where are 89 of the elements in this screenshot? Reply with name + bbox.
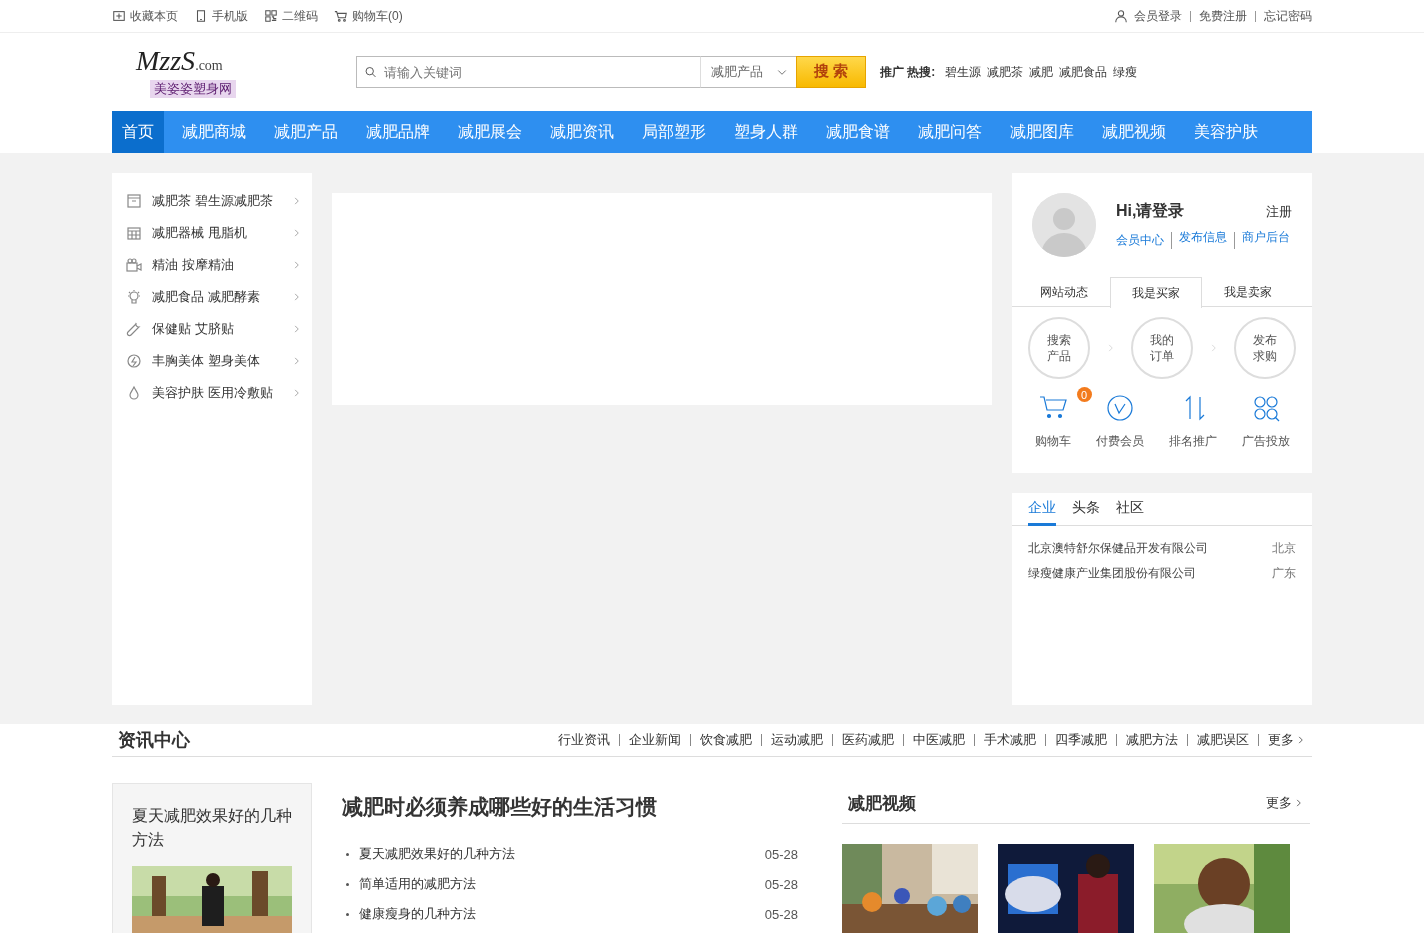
search-icon [364, 65, 378, 79]
category-link[interactable]: 减肥误区 [1187, 734, 1249, 746]
phone-icon [194, 9, 208, 23]
category-item[interactable]: 减肥食品 减肥酵素 [112, 281, 312, 313]
top-link[interactable]: 会员登录 [1134, 7, 1182, 25]
greeting: Hi,请登录 [1116, 201, 1185, 221]
region-text: 广东 [1272, 565, 1296, 582]
lightbulb-icon [126, 289, 142, 305]
calendar-icon [126, 225, 142, 241]
hot-search-link[interactable]: 减肥茶 [987, 63, 1024, 81]
article-date: 05-28 [764, 906, 798, 922]
article-link[interactable]: 简单适用的减肥方法 [359, 875, 765, 893]
category-item[interactable]: 保健贴 艾脐贴 [112, 313, 312, 345]
register-link[interactable]: 注册 [1266, 202, 1292, 221]
hot-search-link[interactable]: 碧生源 [945, 63, 982, 81]
chevron-right-icon [292, 355, 302, 366]
category-item[interactable]: 减肥茶 碧生源减肥茶 [112, 185, 312, 217]
chevron-right-icon [1294, 798, 1304, 808]
logo[interactable]: MzzS.com 美姿姿塑身网 [112, 46, 356, 98]
chevron-right-icon [292, 291, 302, 302]
category-link[interactable]: 中医减肥 [903, 734, 965, 746]
article-date: 05-28 [764, 846, 798, 862]
news-tab[interactable]: 头条 [1072, 493, 1100, 526]
chevron-right-icon [292, 323, 302, 334]
category-item[interactable]: 美容护肤 医用冷敷贴 [112, 377, 312, 409]
account-link[interactable]: 会员中心 [1116, 232, 1164, 249]
qr-code-icon [264, 9, 278, 23]
user-tab[interactable]: 我是卖家 [1202, 277, 1294, 307]
news-tab[interactable]: 社区 [1116, 493, 1144, 526]
chevron-right-icon [292, 259, 302, 270]
hot-search-link[interactable]: 减肥食品 [1059, 63, 1108, 81]
top-link[interactable]: 免费注册 [1190, 10, 1247, 22]
top-link[interactable]: 二维码 [264, 7, 318, 25]
box-icon [126, 193, 142, 209]
user-tab[interactable]: 网站动态 [1018, 277, 1110, 307]
bookmark-icon [112, 9, 126, 23]
shortcut-link[interactable]: 付费会员 [1095, 393, 1144, 450]
category-link[interactable]: 减肥方法 [1116, 734, 1178, 746]
chevron-right-icon [292, 195, 302, 206]
droplet-icon [126, 385, 142, 401]
article-link[interactable]: 健康瘦身的几种方法 [359, 905, 765, 923]
company-link[interactable]: 绿瘦健康产业集团股份有限公司 [1028, 565, 1196, 582]
user-tab[interactable]: 我是买家 [1110, 277, 1202, 308]
article-link[interactable]: 夏天减肥效果好的几种方法 [359, 845, 765, 863]
section-title: 资讯中心 [118, 729, 190, 752]
category-link[interactable]: 医药减肥 [832, 734, 894, 746]
category-item[interactable]: 精油 按摩精油 [112, 249, 312, 281]
step-button[interactable]: 搜索产品 [1028, 317, 1090, 379]
search-field[interactable]: 请输入关键词 [356, 56, 700, 88]
account-link[interactable]: 商户后台 [1234, 232, 1290, 249]
category-link[interactable]: 行业资讯 [558, 731, 610, 749]
category-item[interactable]: 减肥器械 甩脂机 [112, 217, 312, 249]
search-button[interactable]: 搜 索 [796, 55, 866, 88]
category-item[interactable]: 丰胸美体 塑身美体 [112, 345, 312, 377]
category-link[interactable]: 饮食减肥 [690, 734, 752, 746]
shortcut-link[interactable]: 排名推广 [1168, 393, 1217, 450]
headline[interactable]: 减肥时必须养成哪些好的生活习惯 [342, 793, 798, 821]
camera-icon [126, 257, 142, 273]
shortcut-link[interactable]: 广告投放 [1241, 393, 1290, 450]
hot-search-link[interactable]: 减肥 [1029, 63, 1054, 81]
count-badge: 0 [1076, 387, 1092, 402]
user-icon [1114, 9, 1128, 23]
top-link[interactable]: 收藏本页 [112, 7, 178, 25]
region-text: 北京 [1272, 540, 1296, 557]
step-button[interactable]: 我的订单 [1131, 317, 1193, 379]
section-title: 减肥视频 [848, 792, 916, 815]
chevron-right-icon [292, 227, 302, 238]
top-link[interactable]: 忘记密码 [1255, 10, 1312, 22]
nav-tab[interactable]: 首页 [112, 111, 164, 153]
news-tab[interactable]: 企业 [1028, 493, 1056, 526]
chevron-right-icon [292, 387, 302, 398]
check-circle-icon [1104, 393, 1135, 423]
category-link[interactable]: 手术减肥 [974, 734, 1036, 746]
hot-search-link[interactable]: 绿瘦 [1113, 63, 1138, 81]
top-link[interactable]: 手机版 [194, 7, 248, 25]
more-link[interactable]: 更多 [1258, 734, 1306, 746]
top-link[interactable]: 购物车(0) [334, 7, 403, 25]
hot-search-label: 推广 热搜: [880, 63, 936, 81]
category-link[interactable]: 四季减肥 [1045, 734, 1107, 746]
cart-icon [334, 9, 348, 23]
step-button[interactable]: 发布求购 [1234, 317, 1296, 379]
category-link[interactable]: 运动减肥 [761, 734, 823, 746]
lightning-circle-icon [126, 353, 142, 369]
article-date: 05-28 [764, 876, 798, 892]
category-link[interactable]: 企业新闻 [619, 734, 681, 746]
account-link[interactable]: 发布信息 [1171, 232, 1227, 249]
company-link[interactable]: 北京澳特舒尔保健品开发有限公司 [1028, 540, 1208, 557]
more-link[interactable]: 更多 [1266, 794, 1304, 812]
chevron-right-icon [1296, 735, 1306, 745]
